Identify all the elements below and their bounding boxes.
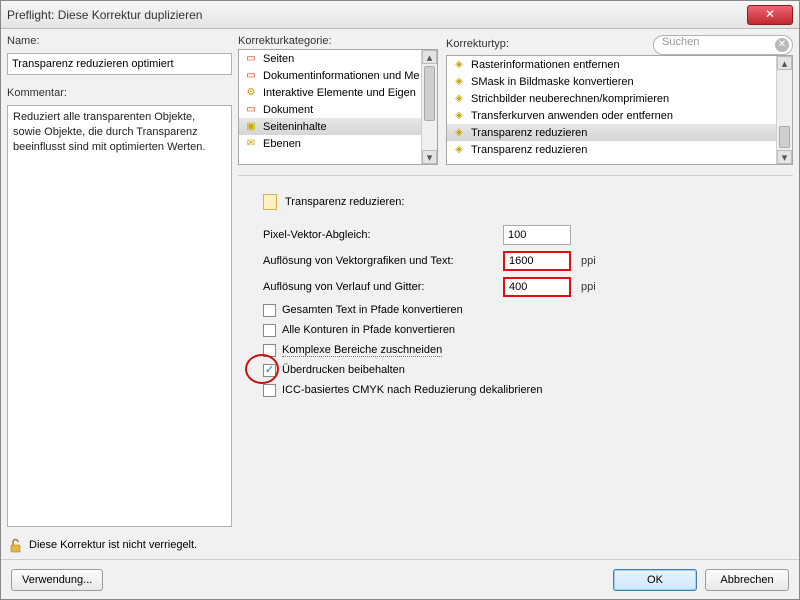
section-header: Transparenz reduzieren: [285, 196, 404, 208]
scroll-up-icon[interactable]: ▴ [422, 50, 437, 64]
list-item[interactable]: ◈Rasterinformationen entfernen [447, 56, 792, 73]
preflight-dialog: Preflight: Diese Korrektur duplizieren ✕… [0, 0, 800, 600]
search-input[interactable]: Suchen ✕ [653, 35, 793, 55]
right-column: Korrekturkategorie: ▭Seiten ▭Dokumentinf… [238, 35, 793, 553]
checkbox-icc[interactable] [263, 384, 276, 397]
scrollbar[interactable]: ▴ ▾ [776, 56, 792, 164]
list-item[interactable]: ◈Transferkurven anwenden oder entfernen [447, 107, 792, 124]
scroll-down-icon[interactable]: ▾ [777, 150, 792, 164]
bullet-icon: ◈ [452, 75, 466, 89]
bullet-icon: ◈ [452, 143, 466, 157]
scrollbar[interactable]: ▴ ▾ [421, 50, 437, 164]
checkbox-label: Gesamten Text in Pfade konvertieren [282, 304, 463, 316]
typ-label: Korrekturtyp: [446, 38, 509, 50]
page-icon: ▭ [244, 103, 258, 117]
clear-search-icon[interactable]: ✕ [775, 38, 789, 52]
checkbox-overprint[interactable] [263, 364, 276, 377]
scroll-thumb[interactable] [424, 66, 435, 121]
scroll-up-icon[interactable]: ▴ [777, 56, 792, 70]
checkbox-label: ICC-basiertes CMYK nach Reduzierung deka… [282, 384, 542, 396]
pixel-input[interactable] [503, 225, 571, 245]
list-item[interactable]: ◈Strichbilder neuberechnen/komprimieren [447, 90, 792, 107]
list-item-selected[interactable]: ◈Transparenz reduzieren [447, 124, 792, 141]
usage-button[interactable]: Verwendung... [11, 569, 103, 591]
details-panel: Transparenz reduzieren: Pixel-Vektor-Abg… [238, 186, 793, 553]
name-label: Name: [7, 35, 232, 47]
bullet-icon: ◈ [452, 58, 466, 72]
checkbox-label: Alle Konturen in Pfade konvertieren [282, 324, 455, 336]
folder-icon: ▣ [244, 120, 258, 134]
window-title: Preflight: Diese Korrektur duplizieren [7, 8, 202, 22]
footer: Verwendung... OK Abbrechen [1, 559, 799, 599]
close-button[interactable]: ✕ [747, 5, 793, 25]
page-icon: ▭ [244, 52, 258, 66]
name-input[interactable] [7, 53, 232, 75]
list-item-selected[interactable]: ▣Seiteninhalte [239, 118, 437, 135]
cancel-button[interactable]: Abbrechen [705, 569, 789, 591]
list-item[interactable]: ✉Ebenen [239, 135, 437, 152]
checkbox-label: Überdrucken beibehalten [282, 364, 405, 376]
lock-text: Diese Korrektur ist nicht verriegelt. [29, 539, 197, 551]
divider [238, 175, 793, 176]
scroll-down-icon[interactable]: ▾ [422, 150, 437, 164]
pixel-label: Pixel-Vektor-Abgleich: [263, 229, 493, 241]
comment-label: Kommentar: [7, 87, 232, 99]
document-icon: ▭ [244, 69, 258, 83]
list-item[interactable]: ⚙Interaktive Elemente und Eigen [239, 84, 437, 101]
typ-list[interactable]: ◈Rasterinformationen entfernen ◈SMask in… [446, 55, 793, 165]
titlebar: Preflight: Diese Korrektur duplizieren ✕ [1, 1, 799, 29]
checkbox-label: Komplexe Bereiche zuschneiden [282, 344, 442, 357]
layers-icon: ✉ [244, 137, 258, 151]
list-item[interactable]: ▭Dokumentinformationen und Me [239, 67, 437, 84]
ok-button[interactable]: OK [613, 569, 697, 591]
comment-textarea[interactable]: Reduziert alle transparenten Objekte, so… [7, 105, 232, 527]
kategorie-list[interactable]: ▭Seiten ▭Dokumentinformationen und Me ⚙I… [238, 49, 438, 165]
checkbox-text-paths[interactable] [263, 304, 276, 317]
list-item[interactable]: ▭Seiten [239, 50, 437, 67]
checkbox-stroke-paths[interactable] [263, 324, 276, 337]
bullet-icon: ◈ [452, 92, 466, 106]
lock-open-icon [7, 537, 23, 553]
gradient-label: Auflösung von Verlauf und Gitter: [263, 281, 493, 293]
list-item[interactable]: ▭Dokument [239, 101, 437, 118]
checkbox-clip[interactable] [263, 344, 276, 357]
kategorie-label: Korrekturkategorie: [238, 35, 438, 47]
scroll-thumb[interactable] [779, 126, 790, 148]
list-item[interactable]: ◈SMask in Bildmaske konvertieren [447, 73, 792, 90]
bullet-icon: ◈ [452, 126, 466, 140]
unit-label: ppi [581, 281, 611, 293]
gear-icon: ⚙ [244, 86, 258, 100]
bullet-icon: ◈ [452, 109, 466, 123]
vector-input[interactable] [503, 251, 571, 271]
unit-label: ppi [581, 255, 611, 267]
section-icon [263, 194, 277, 210]
left-column: Name: Kommentar: Reduziert alle transpar… [7, 35, 232, 553]
lock-row: Diese Korrektur ist nicht verriegelt. [7, 537, 232, 553]
gradient-input[interactable] [503, 277, 571, 297]
vector-label: Auflösung von Vektorgrafiken und Text: [263, 255, 493, 267]
list-item[interactable]: ◈Transparenz reduzieren [447, 141, 792, 158]
